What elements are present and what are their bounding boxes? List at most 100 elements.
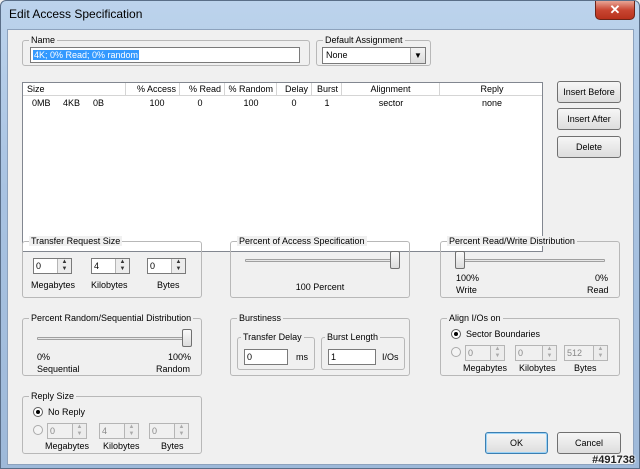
percent-access-caption: 100 Percent	[295, 282, 345, 292]
cancel-button[interactable]: Cancel	[557, 432, 621, 454]
transfer-delay-input[interactable]: 0	[244, 349, 288, 365]
watermark: #491738	[592, 454, 635, 466]
cell-size-mb: 0MB	[32, 98, 51, 108]
reply-bytes-spinner[interactable]: ▲ ▼	[174, 424, 188, 438]
sector-boundaries-label[interactable]: Sector Boundaries	[466, 329, 540, 339]
percent-access-slider[interactable]	[390, 251, 400, 269]
percent-read-slider[interactable]	[455, 251, 465, 269]
spin-up-icon[interactable]: ▲	[62, 259, 68, 265]
percent-read-left-label: Write	[456, 285, 477, 295]
spin-down-icon[interactable]: ▼	[129, 431, 135, 437]
transfer-megabytes-spinner[interactable]: ▲ ▼	[57, 259, 71, 273]
cell-access: 100	[149, 98, 165, 108]
percent-random-label: Percent Random/Sequential Distribution	[29, 313, 194, 323]
transfer-delay-group: Transfer Delay 0 ms	[237, 332, 315, 370]
align-kilobytes-input[interactable]: 0 ▲ ▼	[515, 345, 557, 361]
percent-read-label: Percent Read/Write Distribution	[447, 236, 577, 246]
spin-down-icon[interactable]: ▼	[547, 353, 553, 359]
percent-access-label: Percent of Access Specification	[237, 236, 367, 246]
column-header-reply[interactable]: Reply	[440, 83, 544, 96]
window-title: Edit Access Specification	[9, 7, 143, 21]
transfer-kilobytes-spinner[interactable]: ▲ ▼	[115, 259, 129, 273]
column-header-read[interactable]: % Read	[180, 83, 225, 96]
access-spec-list[interactable]: Size % Access % Read % Random Delay Burs…	[22, 82, 543, 252]
spin-down-icon[interactable]: ▼	[62, 266, 68, 272]
align-megabytes-input[interactable]: 0 ▲ ▼	[465, 345, 505, 361]
reply-size-label: Reply Size	[29, 391, 77, 401]
close-button[interactable]: ✕	[595, 1, 635, 20]
reply-kilobytes-spinner[interactable]: ▲ ▼	[124, 424, 138, 438]
default-assignment-select[interactable]: None ▼	[322, 47, 426, 64]
spin-down-icon[interactable]: ▼	[179, 431, 185, 437]
transfer-bytes-input[interactable]: 0 ▲ ▼	[147, 258, 186, 274]
delete-button[interactable]: Delete	[557, 136, 621, 158]
spin-up-icon[interactable]: ▲	[176, 259, 182, 265]
align-label: Align I/Os on	[447, 313, 503, 323]
spin-down-icon[interactable]: ▼	[120, 266, 126, 272]
no-reply-radio[interactable]	[33, 407, 43, 417]
transfer-delay-unit: ms	[296, 352, 308, 362]
cell-delay: 0	[291, 98, 297, 108]
reply-kilobytes-input[interactable]: 4 ▲ ▼	[99, 423, 139, 439]
percent-random-left-label: Sequential	[37, 364, 80, 374]
percent-random-right-label: Random	[156, 364, 191, 374]
transfer-megabytes-input[interactable]: 0 ▲ ▼	[33, 258, 72, 274]
name-input[interactable]: 4K; 0% Read; 0% random	[30, 47, 300, 63]
transfer-kilobytes-input[interactable]: 4 ▲ ▼	[91, 258, 130, 274]
align-megabytes-value: 0	[468, 348, 474, 358]
spin-up-icon[interactable]: ▲	[120, 259, 126, 265]
reply-size-group: Reply Size No Reply 0 ▲ ▼ 4 ▲ ▼ 0 ▲ ▼ Megab…	[22, 391, 202, 454]
reply-kilobytes-value: 4	[102, 426, 108, 436]
align-megabytes-spinner[interactable]: ▲ ▼	[490, 346, 504, 360]
cell-read: 0	[197, 98, 203, 108]
list-header: Size % Access % Read % Random Delay Burs…	[23, 83, 542, 96]
column-header-delay[interactable]: Delay	[277, 83, 312, 96]
align-bytes-value: 512	[567, 348, 583, 358]
list-row[interactable]: 0MB 4KB 0B 100 0 100 0 1 sector none	[23, 97, 542, 109]
percent-random-slider[interactable]	[182, 329, 192, 347]
align-custom-radio[interactable]	[451, 347, 461, 357]
cell-reply: none	[481, 98, 503, 108]
column-header-access[interactable]: % Access	[126, 83, 180, 96]
no-reply-label[interactable]: No Reply	[48, 407, 85, 417]
reply-megabytes-spinner[interactable]: ▲ ▼	[72, 424, 86, 438]
transfer-bytes-value: 0	[150, 261, 156, 271]
transfer-size-label: Transfer Request Size	[29, 236, 123, 246]
spin-up-icon[interactable]: ▲	[598, 346, 604, 352]
column-header-alignment[interactable]: Alignment	[342, 83, 440, 96]
spin-down-icon[interactable]: ▼	[495, 353, 501, 359]
burst-length-input[interactable]: 1	[328, 349, 376, 365]
align-bytes-input[interactable]: 512 ▲ ▼	[564, 345, 608, 361]
cell-size-b: 0B	[93, 98, 105, 108]
transfer-bytes-spinner[interactable]: ▲ ▼	[171, 259, 185, 273]
spin-down-icon[interactable]: ▼	[598, 353, 604, 359]
percent-access-group: Percent of Access Specification 100 Perc…	[230, 236, 410, 298]
chevron-down-icon[interactable]: ▼	[410, 48, 425, 63]
burst-length-unit: I/Os	[382, 352, 399, 362]
spin-up-icon[interactable]: ▲	[179, 424, 185, 430]
transfer-kilobytes-label: Kilobytes	[91, 280, 128, 290]
insert-before-button[interactable]: Insert Before	[557, 81, 621, 103]
insert-after-button[interactable]: Insert After	[557, 108, 621, 130]
burstiness-group: Burstiness Transfer Delay 0 ms Burst Len…	[230, 313, 410, 376]
reply-megabytes-input[interactable]: 0 ▲ ▼	[47, 423, 87, 439]
name-group-label: Name	[29, 35, 58, 45]
transfer-delay-label: Transfer Delay	[241, 332, 304, 342]
spin-down-icon[interactable]: ▼	[77, 431, 83, 437]
ok-button[interactable]: OK	[485, 432, 548, 454]
column-header-random[interactable]: % Random	[225, 83, 277, 96]
column-header-burst[interactable]: Burst	[312, 83, 342, 96]
spin-up-icon[interactable]: ▲	[495, 346, 501, 352]
spin-up-icon[interactable]: ▲	[129, 424, 135, 430]
sector-boundaries-radio[interactable]	[451, 329, 461, 339]
reply-bytes-input[interactable]: 0 ▲ ▼	[149, 423, 189, 439]
align-kilobytes-spinner[interactable]: ▲ ▼	[542, 346, 556, 360]
align-bytes-spinner[interactable]: ▲ ▼	[593, 346, 607, 360]
spin-down-icon[interactable]: ▼	[176, 266, 182, 272]
reply-custom-radio[interactable]	[33, 425, 43, 435]
spin-up-icon[interactable]: ▲	[547, 346, 553, 352]
align-group: Align I/Os on Sector Boundaries 0 ▲ ▼ 0 ▲…	[440, 313, 620, 376]
column-header-size[interactable]: Size	[23, 83, 126, 96]
transfer-megabytes-label: Megabytes	[31, 280, 76, 290]
spin-up-icon[interactable]: ▲	[77, 424, 83, 430]
